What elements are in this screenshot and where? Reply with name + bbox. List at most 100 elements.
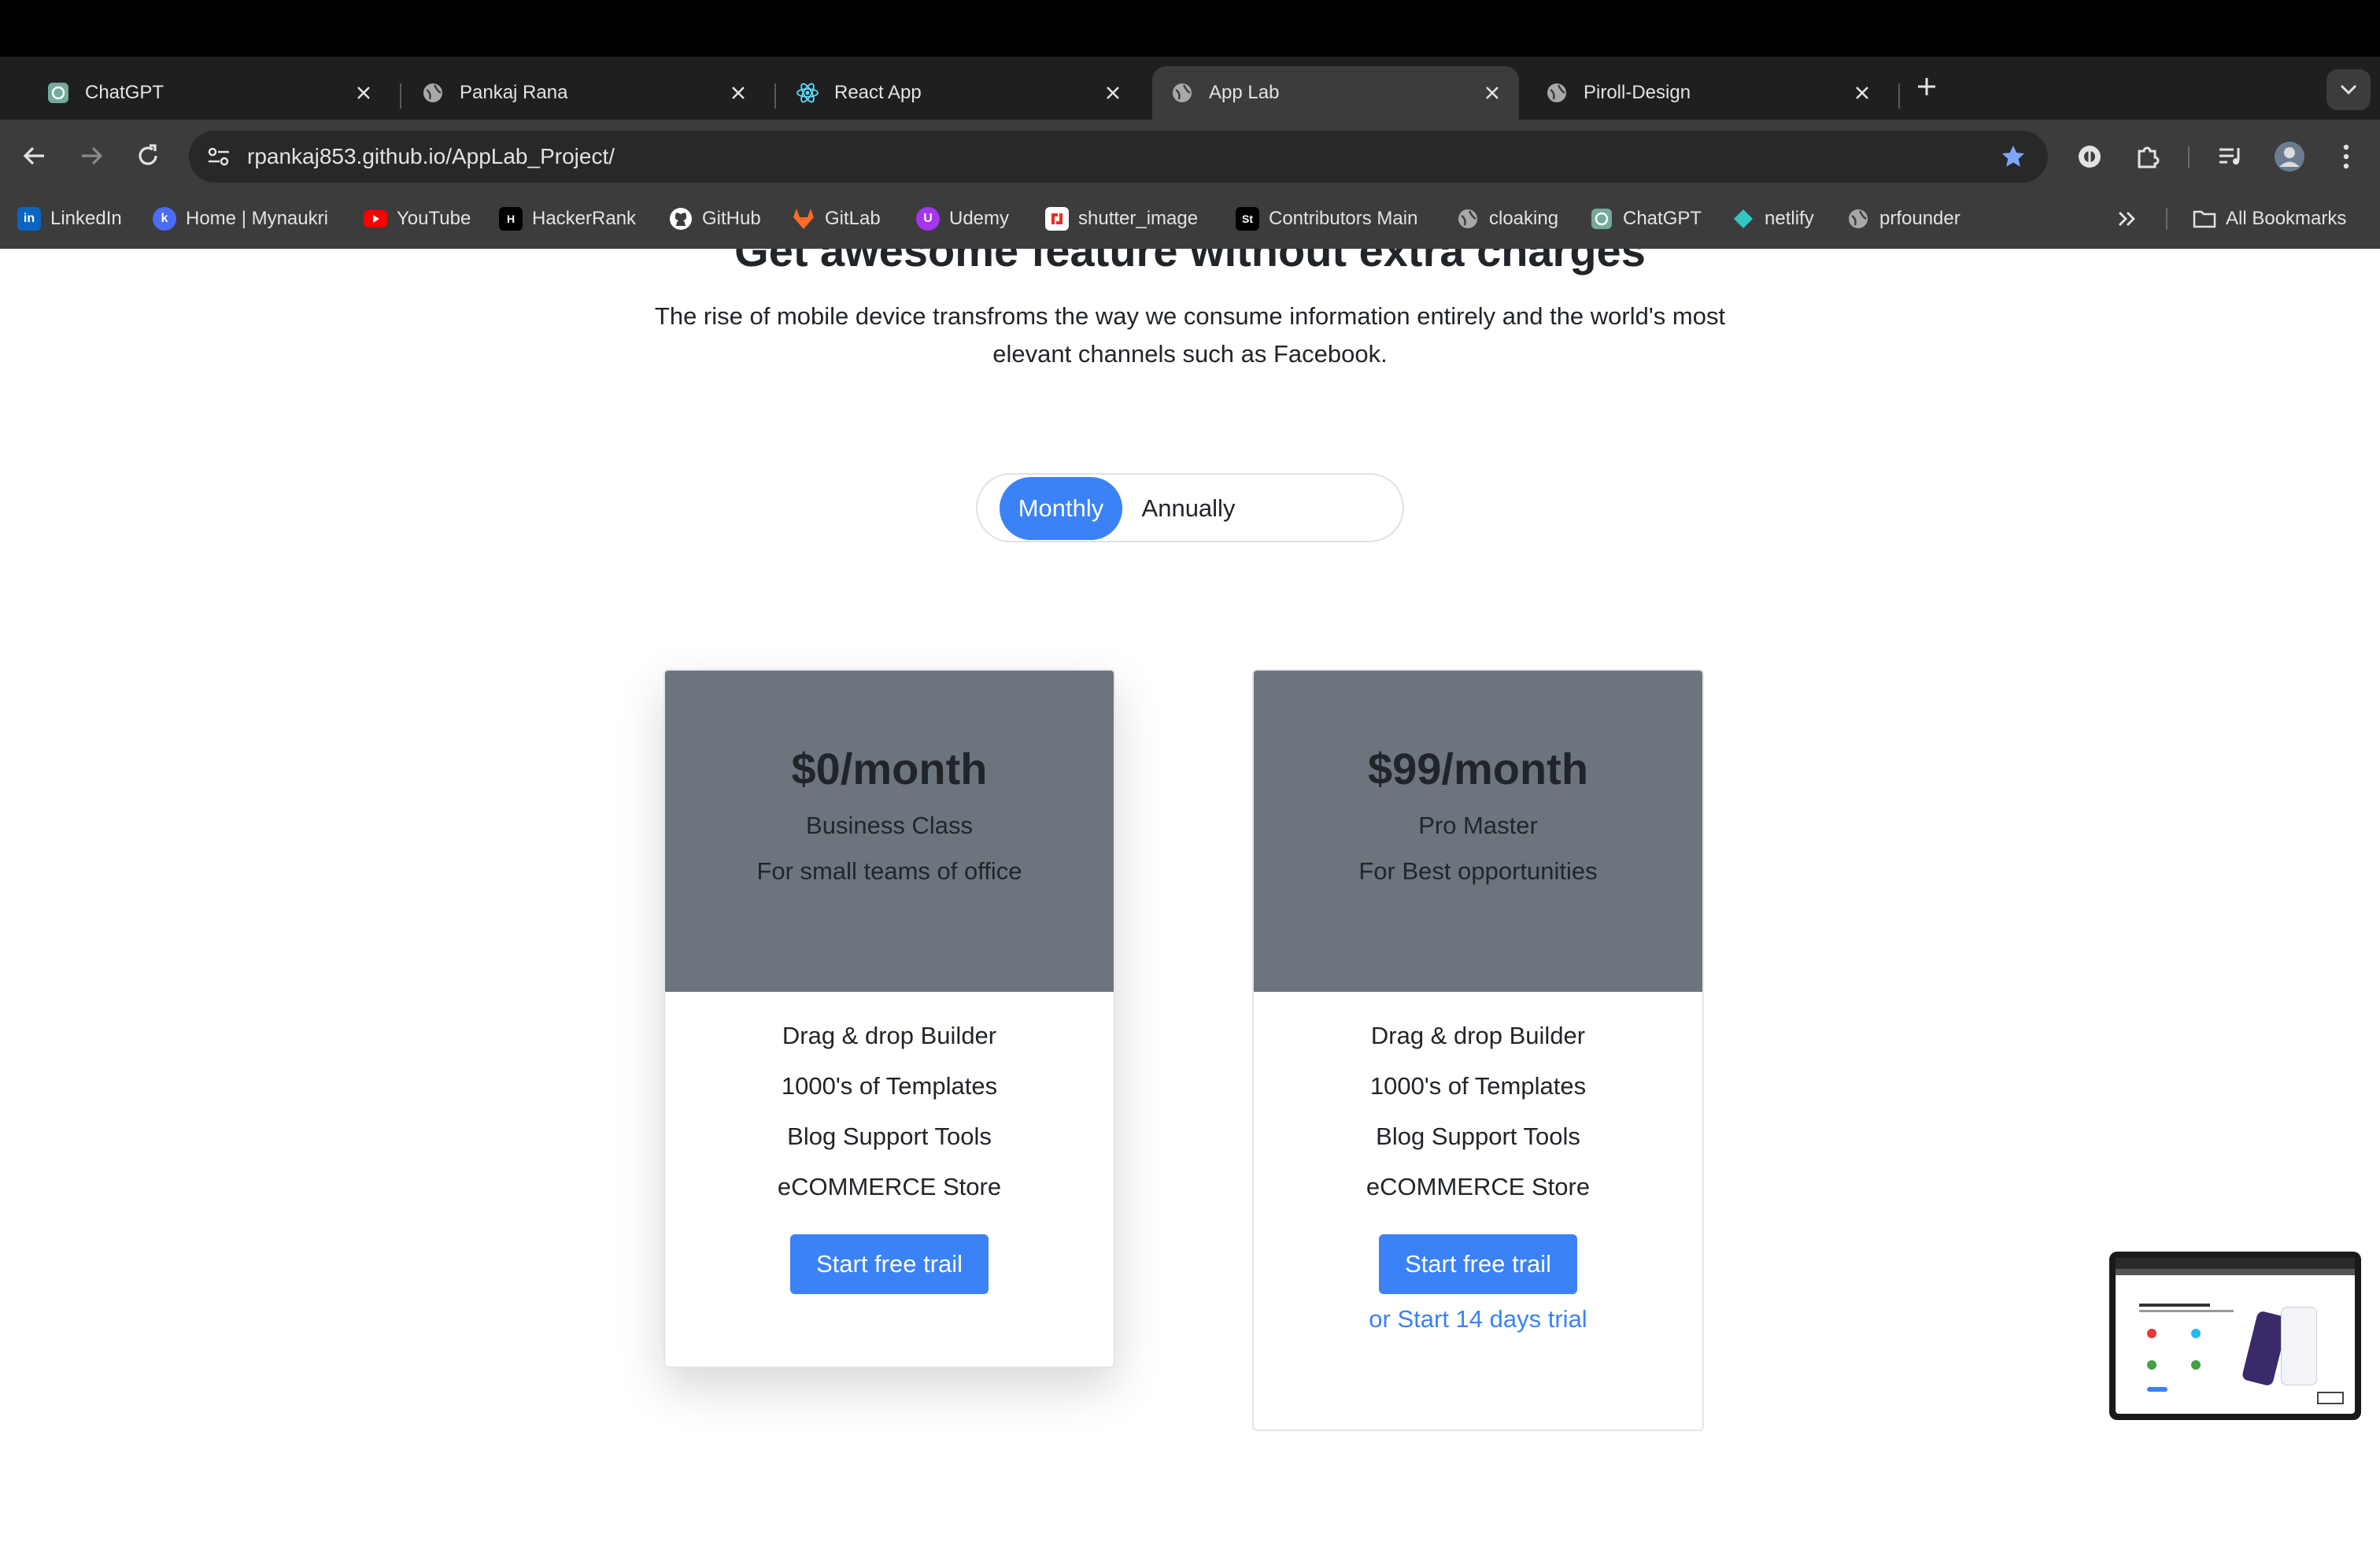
bookmark-chatgpt[interactable]: ChatGPT: [1590, 194, 1702, 244]
plus-icon: [1918, 78, 1935, 95]
bookmark-label: LinkedIn: [50, 208, 122, 229]
pricing-card-body: Drag & drop Builder 1000's of Templates …: [1254, 992, 1702, 1429]
page-viewport: Get awesome feature without extra charge…: [0, 249, 2380, 1546]
double-chevron-right-icon: [2119, 212, 2135, 226]
netlify-icon: [1731, 207, 1755, 231]
bookmark-cloaking[interactable]: cloaking: [1456, 194, 1558, 244]
close-icon[interactable]: [1097, 77, 1129, 109]
bookmark-shutter-image[interactable]: shutter_image: [1045, 194, 1198, 244]
tab-chatgpt[interactable]: ChatGPT: [28, 66, 390, 120]
globe-icon: [1846, 207, 1870, 231]
tab-title: Pankaj Rana: [460, 82, 568, 103]
globe-icon: [1456, 207, 1480, 231]
toolbar-divider: [2188, 146, 2190, 168]
bookmark-label: GitLab: [825, 208, 881, 229]
start-free-trial-button[interactable]: Start free trail: [1379, 1234, 1577, 1294]
hackerrank-icon: H: [499, 207, 523, 231]
back-button[interactable]: [16, 137, 54, 175]
site-settings-icon[interactable]: [203, 141, 235, 172]
bookmark-gitlab[interactable]: GitLab: [792, 194, 881, 244]
toggle-monthly[interactable]: Monthly: [1000, 477, 1122, 540]
close-icon[interactable]: [1846, 77, 1878, 109]
avatar[interactable]: [2271, 139, 2308, 175]
close-icon[interactable]: [348, 77, 379, 109]
plan-name: Pro Master: [1418, 812, 1538, 839]
github-icon: [669, 207, 693, 231]
kebab-menu-icon[interactable]: [2328, 139, 2364, 175]
chevron-down-icon: [2340, 84, 2357, 95]
tab-react-app[interactable]: React App: [778, 66, 1140, 120]
extension-icon[interactable]: [2071, 139, 2108, 175]
start-free-trial-button[interactable]: Start free trail: [790, 1234, 989, 1294]
media-control-icon[interactable]: [2213, 139, 2249, 175]
globe-icon: [420, 80, 445, 105]
bookmark-label: shutter_image: [1078, 208, 1199, 229]
close-icon[interactable]: [722, 77, 754, 109]
bookmark-mynaukri[interactable]: k Home | Mynaukri: [153, 194, 328, 244]
plan-price: $99/month: [1367, 744, 1589, 793]
tab-divider: [774, 83, 776, 109]
toggle-annually[interactable]: Annually: [1135, 477, 1242, 540]
tab-divider: [400, 83, 401, 109]
bookmark-label: YouTube: [397, 208, 471, 229]
bookmark-label: HackerRank: [532, 208, 637, 229]
url-text[interactable]: rpankaj853.github.io/AppLab_Project/: [247, 131, 615, 183]
tab-pankaj-rana[interactable]: Pankaj Rana: [403, 66, 765, 120]
all-bookmarks-button[interactable]: All Bookmarks: [2193, 194, 2346, 244]
tab-title: ChatGPT: [85, 82, 164, 103]
bookmark-netlify[interactable]: netlify: [1731, 194, 1814, 244]
bookmark-label: GitHub: [702, 208, 761, 229]
close-icon[interactable]: [1476, 77, 1508, 109]
globe-icon: [1544, 80, 1569, 105]
new-tab-button[interactable]: [1909, 69, 1944, 104]
tab-strip: ChatGPT Pankaj Rana React App App Lab Pi…: [0, 57, 2380, 120]
address-bar[interactable]: rpankaj853.github.io/AppLab_Project/: [189, 131, 2048, 183]
arrow-left-icon: [23, 146, 44, 165]
pricing-card-header: $99/month Pro Master For Best opportunit…: [1254, 671, 1702, 992]
st-icon: St: [1236, 207, 1259, 231]
bookmark-hackerrank[interactable]: H HackerRank: [499, 194, 636, 244]
section-subtext: The rise of mobile device transfroms the…: [654, 302, 1726, 368]
start-14-days-trial-link[interactable]: or Start 14 days trial: [1254, 1304, 1702, 1335]
bookmark-github[interactable]: GitHub: [669, 194, 761, 244]
plan-description: For small teams of office: [756, 857, 1022, 885]
plan-feature: eCOMMERCE Store: [1366, 1173, 1591, 1200]
screen-preview-thumbnail[interactable]: [2109, 1252, 2361, 1420]
pricing-card-business: $0/month Business Class For small teams …: [663, 669, 1115, 1368]
bookmark-label: Contributors Main: [1269, 208, 1418, 229]
plan-description: For Best opportunities: [1358, 857, 1598, 885]
bookmark-udemy[interactable]: U Udemy: [916, 194, 1009, 244]
bookmark-linkedin[interactable]: in LinkedIn: [17, 194, 122, 244]
tab-piroll-design[interactable]: Piroll-Design: [1527, 66, 1889, 120]
thumbnail-image: [2116, 1258, 2355, 1414]
bookmark-label: ChatGPT: [1623, 208, 1702, 229]
more-bookmarks-button[interactable]: [2117, 194, 2138, 244]
reload-icon: [139, 144, 157, 165]
billing-toggle: Monthly Annually: [976, 473, 1404, 542]
tab-app-lab[interactable]: App Lab: [1152, 66, 1519, 120]
bookmark-label: All Bookmarks: [2226, 208, 2347, 229]
puzzle-icon[interactable]: [2130, 139, 2166, 175]
forward-button[interactable]: [72, 137, 110, 175]
chatgpt-icon: [46, 80, 71, 105]
linkedin-icon: in: [17, 207, 41, 231]
folder-icon: [2193, 207, 2216, 231]
bookmark-label: Home | Mynaukri: [186, 208, 328, 229]
react-icon: [795, 80, 820, 105]
section-heading: Get awesome feature without extra charge…: [734, 249, 1646, 276]
bookmark-label: netlify: [1765, 208, 1814, 229]
bookmark-label: Udemy: [949, 208, 1010, 229]
reload-button[interactable]: [129, 137, 167, 175]
bookmark-star-icon[interactable]: [1998, 141, 2029, 172]
bookmark-contributors-main[interactable]: St Contributors Main: [1236, 194, 1417, 244]
tab-search-button[interactable]: [2326, 69, 2371, 110]
youtube-icon: [364, 207, 387, 231]
bookmark-youtube[interactable]: YouTube: [364, 194, 471, 244]
tab-title: App Lab: [1209, 82, 1280, 103]
plan-feature: eCOMMERCE Store: [777, 1173, 1002, 1200]
globe-icon: [1170, 80, 1195, 105]
bookmark-prfounder[interactable]: prfounder: [1846, 194, 1961, 244]
bookmarks-bar: in LinkedIn k Home | Mynaukri YouTube H …: [0, 194, 2380, 249]
pricing-card-header: $0/month Business Class For small teams …: [665, 671, 1114, 992]
plan-price: $0/month: [791, 744, 988, 793]
